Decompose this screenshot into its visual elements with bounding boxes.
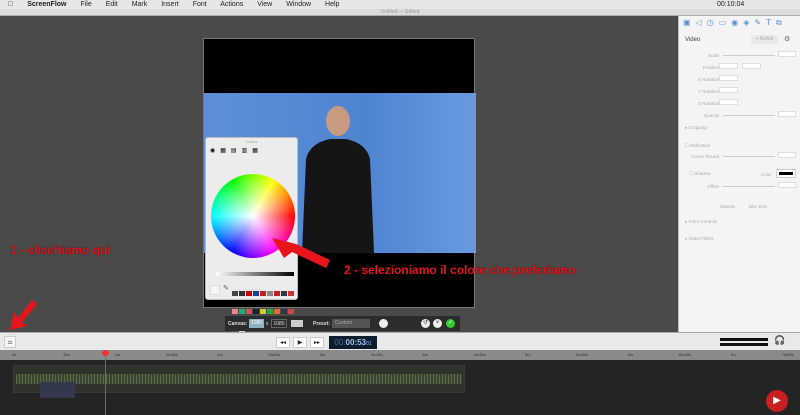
ruler-tick-label: 7m30s	[781, 352, 794, 357]
gear-icon[interactable]: ⚙	[784, 35, 790, 43]
ruler-tick-label: 4m30s	[473, 352, 486, 357]
ruler-tick-label: 1m30s	[165, 352, 178, 357]
preset-label: Preset:	[313, 321, 330, 327]
headphones-icon[interactable]: 🎧	[774, 335, 785, 346]
ruler-tick-label: 0s	[12, 352, 17, 357]
canvas-label: Canvas:	[228, 321, 248, 327]
z-rotation-label: Z Rotation	[698, 101, 719, 106]
color-controls-label: Color Controls	[688, 219, 718, 224]
playhead[interactable]	[102, 350, 109, 415]
fast-forward-button[interactable]: ▸▸	[310, 337, 324, 348]
video-filters-label: Video Filters	[688, 236, 714, 241]
position-x-input[interactable]	[719, 63, 738, 69]
offset-input[interactable]	[778, 182, 796, 188]
ruler-tick-label: 5m	[525, 352, 531, 357]
timeline-ruler[interactable]: 0s 30s 1m 1m30s 2m 2m30s 3m 3m30s 4m 4m30s 5m 5m30s…	[0, 350, 800, 360]
offset-label: Offset	[707, 184, 719, 189]
reflection-checkbox[interactable]: ☐ Reflection	[685, 143, 710, 149]
corner-round-input[interactable]	[778, 152, 796, 158]
cancel-icon[interactable]: ×	[433, 319, 442, 328]
shadow-color-well[interactable]	[776, 169, 796, 178]
cropping-disclosure[interactable]: ▸ Cropping	[685, 125, 707, 131]
opacity-slider[interactable]	[723, 115, 775, 116]
x-rotation-label: X Rotation	[697, 77, 719, 82]
cropping-label: Cropping	[688, 125, 707, 130]
ruler-tick-label: 4m	[422, 352, 428, 357]
position-label: Position	[702, 65, 719, 70]
scale-slider[interactable]	[723, 55, 775, 56]
timecode-display: 00:00:5301	[329, 336, 377, 349]
canvas-height-input[interactable]: 1080	[271, 319, 287, 328]
options-button[interactable]	[379, 319, 388, 328]
ruler-tick-label: 1m	[114, 352, 121, 357]
timeline-clip[interactable]	[13, 365, 465, 393]
reflection-label: Reflection	[690, 143, 711, 148]
clip-thumbnail	[40, 382, 75, 398]
audio-waveform	[16, 374, 462, 384]
shadow-opacity-label: Opacity	[720, 204, 736, 209]
offset-slider[interactable]	[723, 186, 775, 187]
color-label: Color	[761, 172, 772, 177]
confirm-icon[interactable]: ✓	[446, 319, 455, 328]
timecode-frames: 01	[366, 341, 372, 347]
scale-label: Scale	[707, 53, 719, 58]
ruler-tick-label: 30s	[63, 352, 70, 357]
timeline[interactable]: ▶	[0, 360, 800, 415]
corner-round-slider[interactable]	[723, 156, 775, 157]
canvas-width-input[interactable]: 1080	[249, 319, 264, 328]
size-separator: x	[266, 321, 269, 327]
action-button[interactable]: + Action	[751, 35, 778, 44]
x-rotation-input[interactable]	[719, 75, 738, 81]
rewind-button[interactable]: ◂◂	[276, 337, 290, 348]
orientation-button[interactable]	[291, 320, 303, 327]
y-rotation-input[interactable]	[719, 87, 738, 93]
ruler-tick-label: 3m	[319, 352, 326, 357]
shadow-checkbox[interactable]: ☐ Shadow	[689, 171, 711, 177]
video-filters-disclosure[interactable]: ▸ Video Filters	[685, 236, 713, 242]
arrow-icon	[272, 238, 330, 268]
timecode-value: 00:53	[345, 338, 367, 347]
crop-icon[interactable]: ⌗	[4, 336, 16, 348]
ruler-tick-label: 2m30s	[268, 352, 281, 357]
opacity-label: Opacity	[703, 113, 719, 118]
y-rotation-label: Y Rotation	[698, 89, 719, 94]
ruler-tick-label: 6m	[627, 352, 634, 357]
ruler-tick-label: 6m30s	[678, 352, 691, 357]
blur-size-label: Blur Size	[749, 204, 768, 209]
arrow-icon	[10, 300, 37, 330]
transport-bar: ⌗ ◂◂ ▶ ▸▸ 00:00:5301 🎧	[0, 332, 800, 350]
audio-level-meter	[720, 338, 768, 346]
scale-input[interactable]	[778, 51, 796, 57]
ruler-tick-label: 5m30s	[576, 352, 589, 357]
ruler-tick-label: 3m30s	[371, 352, 384, 357]
corner-round-label: Corner Round	[690, 154, 719, 159]
section-title: Video	[685, 37, 701, 43]
logo-icon: ▶	[766, 390, 788, 412]
color-controls-disclosure[interactable]: ▸ Color Controls	[685, 219, 717, 225]
opacity-input[interactable]	[778, 111, 796, 117]
play-button[interactable]: ▶	[293, 337, 307, 348]
canvas-size-bar: Canvas: 1080 x 1080 Preset: Custom ↺ × ✓	[225, 316, 460, 331]
z-rotation-input[interactable]	[719, 99, 738, 105]
inspector-tabs[interactable]: ▣◁◷▭◉◈✎T⧉	[683, 18, 787, 28]
reset-icon[interactable]: ↺	[421, 319, 430, 328]
inspector-panel: ▣◁◷▭◉◈✎T⧉ Video + Action ⚙ Scale Positio…	[678, 16, 800, 332]
position-y-input[interactable]	[742, 63, 761, 69]
shadow-label: Shadow	[694, 171, 711, 176]
ruler-tick-label: 7m	[730, 352, 736, 357]
preset-select[interactable]: Custom	[332, 319, 370, 328]
ruler-tick-label: 2m	[217, 352, 223, 357]
timecode-hours: 00:	[334, 338, 346, 347]
